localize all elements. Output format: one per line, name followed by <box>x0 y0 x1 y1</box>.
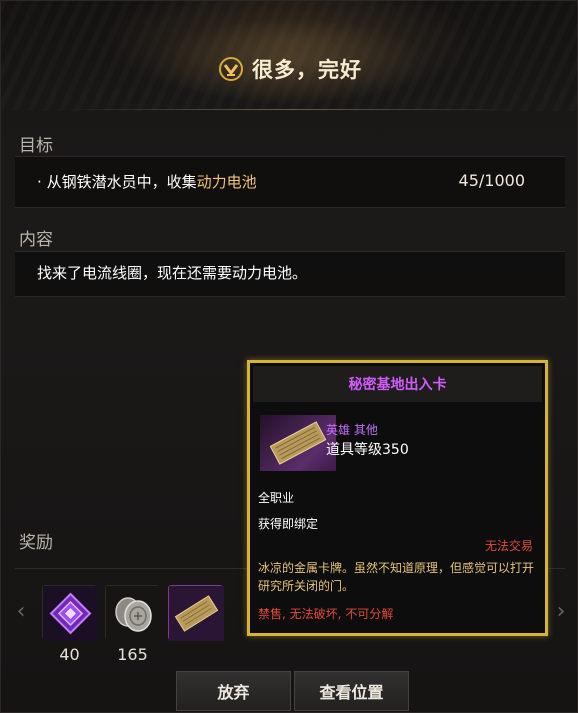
tooltip-description: 冰凉的金属卡牌。虽然不知道原理，但感觉可以打开研究所关闭的门。 <box>258 561 535 593</box>
tooltip-flag-no-sale: 禁售 <box>258 607 283 621</box>
tooltip-flag-separator: , <box>282 607 290 621</box>
objective-bullet: · <box>37 173 42 191</box>
tooltip-trade-restriction: 无法交易 <box>484 539 533 553</box>
content-text: 找来了电流线圈，现在还需要动力电池。 <box>37 264 308 282</box>
tooltip-item-name: 秘密基地出入卡 <box>253 366 542 402</box>
rewards-label: 奖励 <box>19 533 53 553</box>
quest-emblem-icon <box>219 57 243 81</box>
quest-title: 很多，完好 <box>252 58 362 82</box>
tooltip-flag-indestructible: 无法破坏 <box>289 607 338 621</box>
silver-coins-icon <box>106 586 161 641</box>
objective-panel: · 从钢铁潜水员中，收集动力电池 45/1000 <box>15 156 565 208</box>
title-divider <box>61 109 519 110</box>
quest-detail-window: 很多，完好 目标 · 从钢铁潜水员中，收集动力电池 45/1000 内容 找来了… <box>0 0 578 713</box>
tooltip-binding: 获得即绑定 <box>258 517 319 531</box>
view-location-button[interactable]: 查看位置 <box>294 671 409 711</box>
tooltip-item-grade: 英雄 其他 <box>326 423 378 437</box>
tooltip-item-level: 道具等级350 <box>326 442 409 458</box>
tooltip-restriction-flags: 禁售, 无法破坏, 不可分解 <box>258 605 393 622</box>
abandon-button[interactable]: 放弃 <box>176 671 291 711</box>
rewards-next-arrow-icon[interactable]: › <box>553 599 569 625</box>
keycard-icon <box>169 586 224 641</box>
objective-label: 目标 <box>19 136 53 156</box>
reward-count-crystal: 40 <box>59 645 80 664</box>
keycard-icon <box>269 421 327 465</box>
tooltip-flag-no-dismantle: 不可分解 <box>345 607 394 621</box>
purple-crystal-icon <box>43 586 98 641</box>
objective-text: · 从钢铁潜水员中，收集动力电池 <box>37 171 257 192</box>
content-label: 内容 <box>19 230 53 250</box>
objective-progress-count: 45/1000 <box>458 171 525 190</box>
reward-slot-keycard[interactable] <box>168 585 224 641</box>
reward-count-coins: 165 <box>117 645 148 664</box>
rewards-prev-arrow-icon[interactable]: ‹ <box>13 599 29 625</box>
reward-slot-coins[interactable] <box>105 585 161 641</box>
item-tooltip: 秘密基地出入卡 英雄 其他 道具等级350 全职业 获得即绑定 无法交易 冰凉的… <box>247 360 548 636</box>
quest-title-bar: 很多，完好 <box>1 49 578 89</box>
objective-item-highlight: 动力电池 <box>196 173 257 191</box>
reward-slot-crystal[interactable] <box>42 585 98 641</box>
objective-text-prefix: 从钢铁潜水员中，收集 <box>46 173 197 191</box>
content-panel: 找来了电流线圈，现在还需要动力电池。 <box>15 251 565 297</box>
tooltip-class: 全职业 <box>258 491 295 505</box>
tooltip-item-icon-frame <box>260 415 336 471</box>
